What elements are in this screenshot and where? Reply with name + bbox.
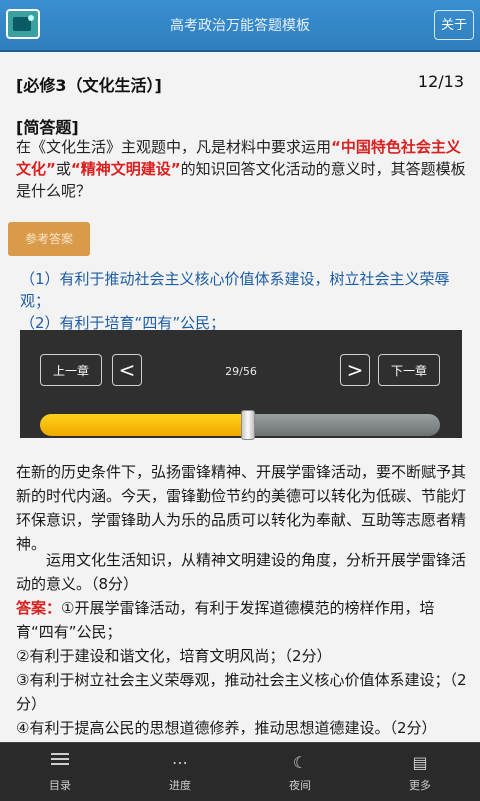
header-title: 高考政治万能答题模板 — [170, 18, 310, 34]
nav-item-progress[interactable]: ⋯ 进度 — [120, 743, 240, 801]
example-answer: 答案：①开展学雷锋活动，有利于发挥道德模范的榜样作用，培育“四有”公民； ②有利… — [16, 596, 468, 740]
about-button[interactable]: 关于 — [434, 10, 474, 40]
example-task: 运用文化生活知识，从精神文明建设的角度，分析开展学雷锋活动的意义。（8分） — [16, 548, 468, 596]
progress-slider-track[interactable] — [40, 414, 440, 436]
list-icon — [50, 753, 70, 773]
next-page-button[interactable]: > — [340, 354, 370, 386]
nav-item-night[interactable]: ☾ 夜间 — [240, 743, 360, 801]
nav-item-more[interactable]: ▤ 更多 — [360, 743, 480, 801]
moon-icon: ☾ — [292, 753, 308, 772]
nav-label-progress: 进度 — [169, 779, 191, 792]
example-answer-1: 答案：①开展学雷锋活动，有利于发挥道德模范的榜样作用，培育“四有”公民； — [16, 599, 435, 641]
answer-label: 答案： — [16, 599, 62, 617]
nav-item-catalog[interactable]: 目录 — [0, 743, 120, 801]
app-header: 高考政治万能答题模板 关于 — [0, 0, 480, 52]
question-text: 在《文化生活》主观题中，凡是材料中要求运用“中国特色社会主义文化”或“精神文明建… — [16, 136, 466, 202]
nav-label-night: 夜间 — [289, 779, 311, 792]
example-answer-2: ②有利于建设和谐文化，培育文明风尚；（2分） — [16, 647, 332, 665]
example-task-text: 运用文化生活知识，从精神文明建设的角度，分析开展学雷锋活动的意义。（8分） — [16, 551, 467, 593]
progress-slider-fill — [40, 414, 248, 436]
progress-slider-thumb[interactable] — [241, 410, 255, 440]
highlight-spiritual-civilization: “精神文明建设” — [70, 160, 181, 178]
answer-line-1: （1）有利于推动社会主义核心价值体系建设，树立社会主义荣辱观； — [20, 270, 450, 310]
progress-icon: ⋯ — [172, 753, 188, 772]
document-icon: ▤ — [412, 753, 428, 772]
example-story: 在新的历史条件下，弘扬雷锋精神、开展学雷锋活动，要不断赋予其新的时代内涵。今天，… — [16, 463, 467, 553]
question-text-mid: 或 — [55, 160, 71, 178]
nav-label-more: 更多 — [409, 779, 431, 792]
example-answer-3: ③有利于树立社会主义荣辱观，推动社会主义核心价值体系建设；（2分） — [16, 671, 467, 713]
question-text-before: 在《文化生活》主观题中，凡是材料中要求运用 — [16, 138, 332, 156]
next-chapter-button[interactable]: 下一章 — [378, 354, 440, 386]
bottom-nav: 目录 ⋯ 进度 ☾ 夜间 ▤ 更多 — [0, 742, 480, 801]
question-type: [简答题] — [16, 118, 79, 137]
progress-panel: 上一章 < 29/56 > 下一章 — [20, 330, 462, 440]
example-answer-4: ④有利于提高公民的思想道德修养，推动思想道德建设。（2分） — [16, 719, 437, 737]
reference-answer-button[interactable]: 参考答案 — [8, 222, 90, 256]
chapter-title: [必修3（文化生活）] — [16, 76, 162, 95]
question-index: 12/13 — [417, 72, 464, 91]
nav-label-catalog: 目录 — [49, 779, 71, 792]
